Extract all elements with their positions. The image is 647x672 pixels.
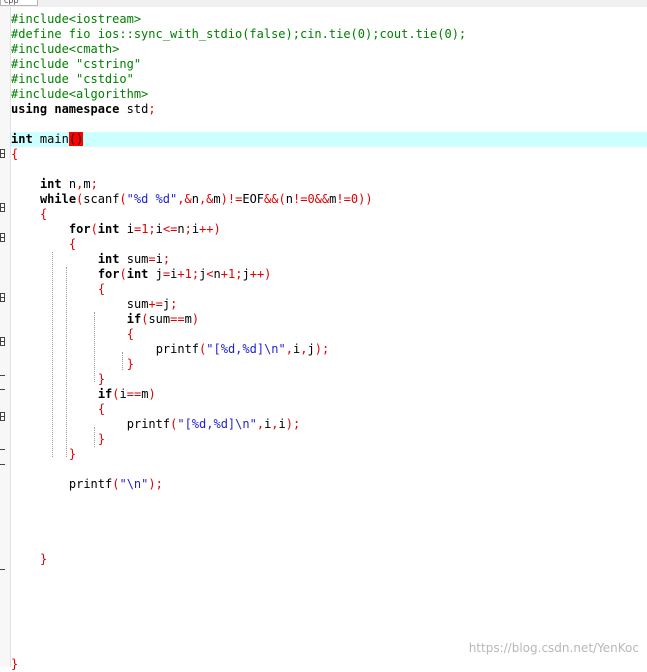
code-line[interactable]: } <box>11 372 647 387</box>
fold-toggle-icon[interactable] <box>0 293 5 302</box>
code-line[interactable] <box>11 627 647 642</box>
code-line[interactable]: #include "cstdio" <box>11 72 647 87</box>
fold-end-icon <box>0 449 5 450</box>
code-line[interactable] <box>11 612 647 627</box>
code-line[interactable]: } <box>11 447 647 462</box>
code-line[interactable]: int main() <box>11 132 647 147</box>
code-line[interactable]: printf("[%d,%d]\n",i,j); <box>11 342 647 357</box>
code-line[interactable]: } <box>11 357 647 372</box>
code-line[interactable]: } <box>11 552 647 567</box>
code-line[interactable]: #include<cmath> <box>11 42 647 57</box>
code-line[interactable]: int n,m; <box>11 177 647 192</box>
code-line[interactable] <box>11 117 647 132</box>
fold-toggle-icon[interactable] <box>0 337 5 346</box>
code-line[interactable] <box>11 507 647 522</box>
code-line[interactable]: #include<iostream> <box>11 12 647 27</box>
code-line[interactable]: } <box>11 657 647 672</box>
code-editor[interactable]: #include<iostream> #define fio ios::sync_… <box>11 7 647 671</box>
fold-toggle-icon[interactable] <box>0 412 5 421</box>
code-line[interactable]: printf("\n"); <box>11 477 647 492</box>
code-line[interactable]: { <box>11 237 647 252</box>
tab-bar: cpp <box>0 0 647 7</box>
code-line[interactable]: { <box>11 327 647 342</box>
code-line[interactable]: #define fio ios::sync_with_stdio(false);… <box>11 27 647 42</box>
code-line[interactable]: #include<algorithm> <box>11 87 647 102</box>
code-line[interactable]: printf("[%d,%d]\n",i,i); <box>11 417 647 432</box>
fold-gutter <box>0 7 11 667</box>
code-line[interactable]: { <box>11 402 647 417</box>
code-line[interactable]: for(int j=i+1;j<n+1;j++) <box>11 267 647 282</box>
code-line[interactable]: #include "cstring" <box>11 57 647 72</box>
code-line[interactable] <box>11 492 647 507</box>
code-line[interactable]: } <box>11 432 647 447</box>
fold-toggle-icon[interactable] <box>0 203 5 212</box>
tab-file[interactable]: cpp <box>0 0 38 6</box>
watermark: https://blog.csdn.net/YenKoc <box>468 641 639 655</box>
code-line[interactable]: { <box>11 147 647 162</box>
code-line[interactable]: if(i==m) <box>11 387 647 402</box>
code-line[interactable]: int sum=i; <box>11 252 647 267</box>
code-line[interactable]: using namespace std; <box>11 102 647 117</box>
code-line[interactable] <box>11 162 647 177</box>
code-line[interactable]: for(int i=1;i<=n;i++) <box>11 222 647 237</box>
fold-end-icon <box>0 569 5 570</box>
code-line[interactable]: if(sum==m) <box>11 312 647 327</box>
code-line[interactable] <box>11 567 647 582</box>
fold-toggle-icon[interactable] <box>0 149 5 158</box>
code-line[interactable] <box>11 582 647 597</box>
code-line[interactable] <box>11 462 647 477</box>
tab-label: cpp <box>4 0 19 5</box>
code-line[interactable] <box>11 522 647 537</box>
fold-end-icon <box>0 464 5 465</box>
code-line[interactable]: { <box>11 282 647 297</box>
code-line[interactable]: { <box>11 207 647 222</box>
code-line[interactable] <box>11 597 647 612</box>
code-line[interactable]: while(scanf("%d %d",&n,&m)!=EOF&&(n!=0&&… <box>11 192 647 207</box>
code-line[interactable] <box>11 537 647 552</box>
fold-end-icon <box>0 375 5 376</box>
code-line[interactable]: sum+=j; <box>11 297 647 312</box>
fold-toggle-icon[interactable] <box>0 233 5 242</box>
fold-end-icon <box>0 389 5 390</box>
